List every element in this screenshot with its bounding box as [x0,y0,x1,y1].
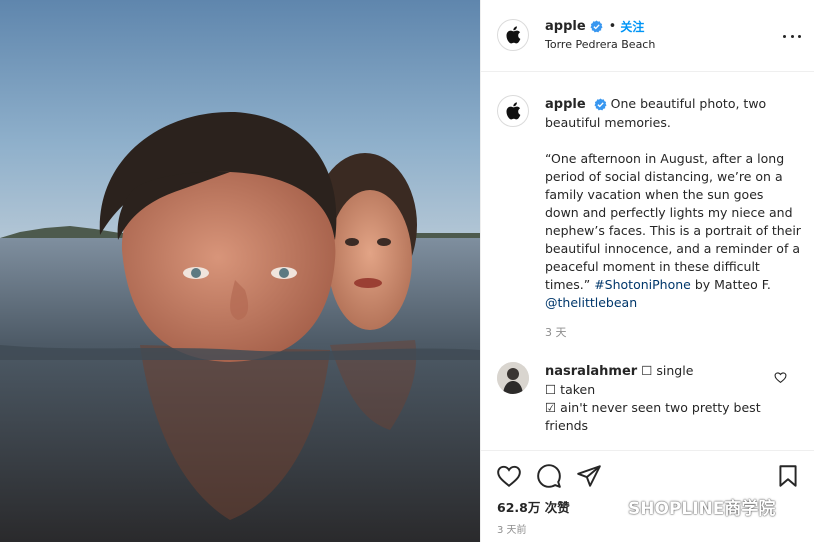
caption-avatar[interactable] [497,95,529,127]
photo-illustration [0,0,480,542]
verified-badge-icon [590,20,603,33]
more-dot [790,34,794,38]
header-name-line: apple • 关注 [545,18,644,35]
likes-number: 62.8万 [497,500,541,515]
verified-badge-icon [594,98,607,111]
follow-separator: • [608,19,617,34]
caption-section: apple One beautiful photo, two beautiful… [481,72,814,450]
post-photo[interactable] [0,0,480,542]
caption-quote: “One afternoon in August, after a long p… [545,151,801,292]
watermark-text: SHOPLINE商学院 [628,499,776,519]
commenter-username[interactable]: nasralahmer [545,364,637,379]
apple-avatar[interactable] [497,19,529,51]
caption-timestamp: 3 天 [545,326,567,339]
comment-line-1: ☐ single [641,363,694,378]
comment-first-line: nasralahmer ☐ single [545,362,765,381]
comment-like-heart-icon[interactable] [774,371,787,384]
follow-button[interactable]: 关注 [620,18,644,35]
more-dot [798,34,801,38]
caption-byline: by Matteo F. [694,277,771,292]
wechat-icon [592,496,621,517]
comment-text: nasralahmer ☐ single ☐ taken ☑ ain't nev… [545,362,765,435]
comment-line-2: ☐ taken [545,382,596,397]
caption-text: apple One beautiful photo, two beautiful… [545,95,801,330]
post-header: apple • 关注 Torre Pedrera Beach [481,0,814,72]
comment-bubble-icon[interactable] [536,463,562,489]
commenter-photo [497,362,529,394]
post-username[interactable]: apple [545,19,586,34]
post-timestamp[interactable]: 3 天前 [497,521,527,536]
likes-count[interactable]: 62.8万 次赞 [497,497,570,516]
apple-logo-icon [506,102,521,120]
caption-first-paragraph: apple One beautiful photo, two beautiful… [545,95,801,132]
apple-logo-icon [506,26,521,44]
more-horizontal-icon[interactable] [783,27,801,45]
instagram-post: apple • 关注 Torre Pedrera Beach apple One… [0,0,814,542]
caption-username[interactable]: apple [545,97,586,112]
post-location[interactable]: Torre Pedrera Beach [545,38,655,51]
more-dot [783,34,786,38]
watermark: SHOPLINE商学院 [592,494,775,519]
post-side-panel: apple • 关注 Torre Pedrera Beach apple One… [480,0,814,542]
caption-quote-paragraph: “One afternoon in August, after a long p… [545,150,801,312]
heart-icon[interactable] [496,463,522,489]
commenter-avatar[interactable] [497,362,529,394]
bookmark-icon[interactable] [775,463,801,489]
mention-link[interactable]: @thelittlebean [545,295,637,310]
likes-suffix: 次赞 [544,500,570,515]
hashtag-link[interactable]: #ShotoniPhone [594,277,691,292]
paper-plane-icon[interactable] [576,463,602,489]
comment-line-3: ☑ ain't never seen two pretty best frien… [545,400,761,433]
